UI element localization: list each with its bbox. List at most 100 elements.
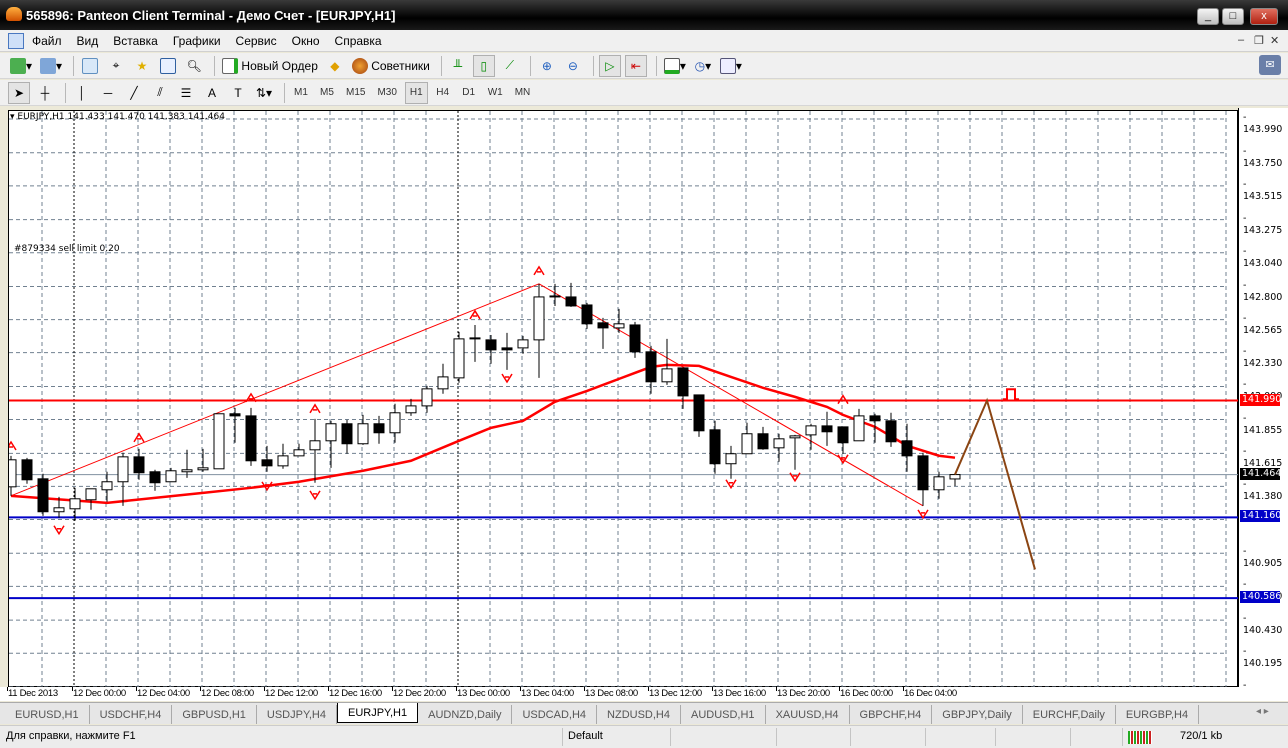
periods-button[interactable]: ◷ ▾: [692, 55, 714, 77]
data-window-button[interactable]: ⌖: [105, 55, 127, 77]
chart-tab[interactable]: XAUUSD,H4: [766, 705, 850, 724]
timeframe-w1[interactable]: W1: [484, 82, 507, 104]
chart-tab[interactable]: USDJPY,H4: [257, 705, 337, 724]
menu-charts[interactable]: Графики: [173, 34, 221, 48]
new-chart-button[interactable]: ▾: [8, 55, 34, 77]
navigator-button[interactable]: ★: [131, 55, 153, 77]
chart-tab[interactable]: USDCAD,H4: [512, 705, 598, 724]
terminal-button[interactable]: [157, 55, 179, 77]
vertical-line-button[interactable]: │: [71, 82, 93, 104]
chart-canvas[interactable]: [5, 111, 1239, 688]
timeframe-m5[interactable]: M5: [316, 82, 338, 104]
mdi-restore-icon[interactable]: ❐: [1254, 34, 1264, 47]
connection-status-icon[interactable]: [1128, 731, 1152, 744]
chart-shift-button[interactable]: ⇤: [624, 54, 647, 77]
time-axis[interactable]: 11 Dec 2013 12 Dec 00:00 12 Dec 04:00 12 De…: [0, 687, 1288, 701]
drawing-toolbar: ➤ ┼ │ ─ ╱ ⫽ ☰ A T ⇅▾ M1 M5 M15 M30 H1 H4…: [0, 80, 1288, 106]
close-button[interactable]: x: [1250, 8, 1278, 25]
alert-button[interactable]: ◆: [324, 55, 346, 77]
chart-tab[interactable]: GBPCHF,H4: [850, 705, 933, 724]
timeframe-m1[interactable]: M1: [290, 82, 312, 104]
menu-view[interactable]: Вид: [77, 34, 99, 48]
bullish-candle: [85, 488, 97, 501]
indicators-button[interactable]: ▾: [662, 55, 688, 77]
time-tick-label: 13 Dec 04:00: [521, 688, 574, 699]
text-button[interactable]: A: [201, 82, 223, 104]
trendline-button[interactable]: ╱: [123, 82, 145, 104]
chart-tab[interactable]: EURJPY,H1: [337, 703, 419, 723]
fibonacci-button[interactable]: ☰: [175, 82, 197, 104]
time-tick: [7, 687, 8, 691]
cursor-button[interactable]: ➤: [8, 81, 30, 104]
horizontal-line-button[interactable]: ─: [97, 82, 119, 104]
auto-scroll-button[interactable]: ▷: [598, 54, 621, 77]
price-tick-label: - 143.040: [1243, 245, 1283, 269]
equidistant-channel-button[interactable]: ⫽: [149, 82, 171, 104]
price-axis[interactable]: - 143.990 - 143.750 - 143.515 - 143.275 - 14…: [1238, 108, 1288, 703]
mdi-close-icon[interactable]: ✕: [1270, 34, 1279, 47]
market-watch-button[interactable]: [79, 55, 101, 77]
chart-tab[interactable]: EURGBP,H4: [1116, 705, 1200, 724]
crosshair-button[interactable]: ┼: [34, 82, 56, 104]
price-tick-label: - 140.670: [1243, 579, 1282, 602]
time-tick-label: 12 Dec 20:00: [393, 688, 446, 699]
chart-tab[interactable]: EURUSD,H1: [5, 705, 90, 724]
minimize-button[interactable]: _: [1197, 8, 1219, 25]
chart-tab[interactable]: AUDUSD,H1: [681, 705, 766, 724]
templates-button[interactable]: ▾: [718, 55, 744, 77]
text-icon: A: [207, 85, 216, 100]
zoom-out-button[interactable]: ⊖: [562, 55, 584, 77]
candlestick-button[interactable]: ▯: [472, 54, 495, 77]
profiles-button[interactable]: ▾: [38, 55, 64, 77]
timeframe-m15[interactable]: M15: [342, 82, 369, 104]
bullish-candle: [405, 405, 417, 414]
level-price-label: 140.586: [1240, 591, 1282, 604]
mdi-minimize-icon[interactable]: –: [1238, 34, 1244, 46]
chart-tab[interactable]: AUDNZD,Daily: [418, 705, 513, 724]
time-tick-label: 12 Dec 04:00: [137, 688, 190, 699]
tab-scroll-arrows[interactable]: ◂ ▸: [1256, 706, 1269, 717]
axis-border: [1238, 108, 1239, 688]
menu-help[interactable]: Справка: [335, 34, 382, 48]
chart-tab[interactable]: EURCHF,Daily: [1023, 705, 1116, 724]
trendline: [10, 283, 540, 497]
timeframe-h1[interactable]: H1: [404, 81, 428, 104]
strategy-tester-button[interactable]: 🔍︎: [183, 55, 205, 77]
bullish-candle: [53, 507, 65, 513]
timeframe-mn[interactable]: MN: [511, 82, 535, 104]
new-order-button[interactable]: Новый Ордер: [220, 55, 320, 77]
pending-order-label: #879334 sell limit 0.20: [14, 244, 120, 254]
price-chart[interactable]: [5, 110, 1239, 688]
level-price-label: 141.990: [1240, 393, 1282, 406]
timeframe-h4[interactable]: H4: [432, 82, 454, 104]
arrow-cursor-icon: ➤: [13, 85, 25, 100]
bearish-candle: [629, 324, 641, 353]
bearish-candle: [21, 459, 33, 481]
bullish-candle: [949, 474, 961, 480]
expert-advisors-label: Советники: [371, 58, 430, 73]
time-tick: [200, 687, 201, 691]
profiles-icon: [40, 57, 57, 74]
chart-tab[interactable]: GBPUSD,H1: [172, 705, 257, 724]
bullish-candle: [69, 498, 81, 510]
zoom-in-button[interactable]: ⊕: [536, 55, 558, 77]
maximize-button[interactable]: □: [1222, 8, 1244, 25]
timeframe-d1[interactable]: D1: [458, 82, 480, 104]
timeframe-m30[interactable]: M30: [373, 82, 400, 104]
expert-advisors-button[interactable]: Советники: [350, 55, 432, 77]
chart-tab[interactable]: NZDUSD,H4: [597, 705, 681, 724]
text-label-button[interactable]: T: [227, 82, 249, 104]
chart-tab[interactable]: GBPJPY,Daily: [932, 705, 1023, 724]
bar-chart-button[interactable]: ╨: [447, 55, 469, 77]
chart-tab[interactable]: USDCHF,H4: [90, 705, 173, 724]
menu-window[interactable]: Окно: [292, 34, 320, 48]
line-chart-icon: ⟋: [505, 58, 515, 72]
arrows-button[interactable]: ⇅▾: [253, 82, 275, 104]
menu-file[interactable]: Файл: [32, 34, 62, 48]
menu-tools[interactable]: Сервис: [236, 34, 277, 48]
menu-insert[interactable]: Вставка: [113, 34, 158, 48]
messages-icon[interactable]: ✉: [1259, 55, 1281, 75]
line-chart-button[interactable]: ⟋: [499, 55, 521, 77]
bearish-candle: [485, 339, 497, 351]
channel-icon: ⫽: [157, 85, 163, 99]
